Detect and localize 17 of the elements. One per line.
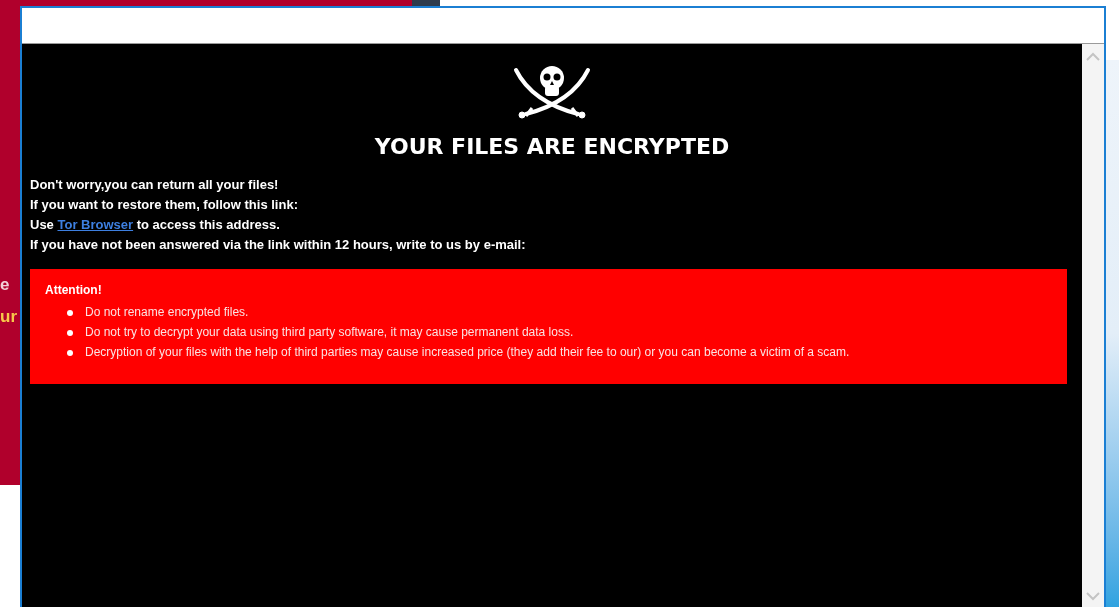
message-line: If you want to restore them, follow this link: [30,197,298,213]
message-line: If you have not been answered via the link within 12 hours, write to us by e-mail: [30,237,526,253]
bullet-icon [67,329,73,336]
scroll-up-icon[interactable] [1086,52,1100,61]
warning-item: Do not rename encrypted files. [85,305,249,320]
scroll-down-icon[interactable] [1086,592,1100,601]
warning-item: Do not try to decrypt your data using third party software, it may cause permanent data loss. [85,325,574,340]
bullet-icon [67,349,73,356]
attention-title: Attention! [45,283,102,298]
background-text: e [0,274,10,296]
ransom-heading: YOUR FILES ARE ENCRYPTED [374,133,730,161]
bullet-icon [67,309,73,316]
warning-item: Decryption of your files with the help of third parties may cause increased price (they add their fee to our) or you can become a victim of a scam. [85,345,850,360]
tor-browser-link[interactable]: Tor Browser [57,217,134,232]
message-line: Use Tor Browser to access this address. [30,217,280,233]
background-text: ur [0,306,17,328]
message-line: Don't worry,you can return all your files! [30,177,279,193]
